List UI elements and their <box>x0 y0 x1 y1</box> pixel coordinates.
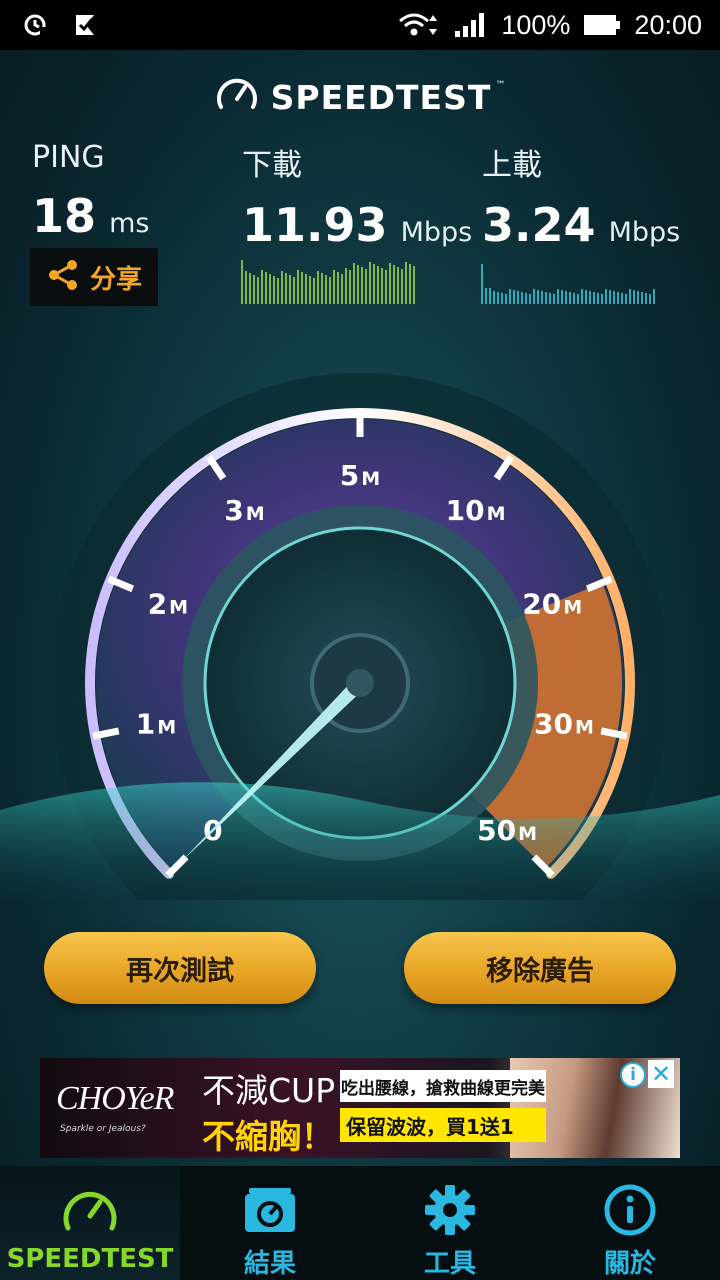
ping-value: 18 <box>32 189 97 243</box>
ad-banner[interactable]: CHOYeR Sparkle or Jealous? 不減CUP 不縮胸！ 吃出… <box>40 1058 680 1158</box>
wifi-icon <box>397 11 441 39</box>
share-label: 分享 <box>89 264 142 295</box>
ad-subheadline: 不縮胸！ <box>202 1117 334 1156</box>
signal-icon <box>453 11 489 39</box>
nav-results[interactable]: 結果 <box>180 1166 360 1280</box>
upload-value: 3.24 <box>482 198 596 252</box>
battery-icon <box>582 11 622 39</box>
bottom-nav: SPEEDTEST 結果 工具 關於 <box>0 1166 720 1280</box>
nav-tools-label: 工具 <box>423 1249 476 1279</box>
gear-icon <box>423 1182 477 1237</box>
info-icon <box>603 1182 657 1237</box>
download-metric: 下載 11.93 Mbps <box>242 140 472 252</box>
clock: 20:00 <box>634 9 702 40</box>
speedometer-icon <box>60 1182 120 1238</box>
share-button[interactable]: 分享 <box>30 248 158 306</box>
upload-sparkline <box>481 264 655 304</box>
upload-label: 上載 <box>482 148 542 183</box>
ad-brand-sub: Sparkle or Jealous? <box>60 1124 146 1134</box>
results-icon <box>241 1182 299 1237</box>
gauge-needle-cap <box>346 669 374 697</box>
retest-button[interactable]: 再次測試 <box>44 932 316 1004</box>
download-unit: Mbps <box>400 217 473 248</box>
ad-headline: 不減CUP <box>202 1071 336 1110</box>
nav-about[interactable]: 關於 <box>540 1166 720 1280</box>
ad-tagline: 吃出腰線，搶救曲線更完美 <box>340 1070 546 1102</box>
nav-tools[interactable]: 工具 <box>360 1166 540 1280</box>
app-title: SPEEDTEST <box>270 77 492 117</box>
status-bar: 100% 20:00 <box>0 0 720 50</box>
ping-metric: PING 18 ms <box>32 140 149 243</box>
nav-results-label: 結果 <box>243 1249 296 1279</box>
remove-ads-button[interactable]: 移除廣告 <box>404 932 676 1004</box>
speed-gauge: 01M2M3M5M10M20M30M50M <box>0 373 720 900</box>
nav-about-label: 關於 <box>603 1249 656 1279</box>
trademark: ™ <box>495 80 506 91</box>
ad-info-icon[interactable]: i <box>620 1062 646 1088</box>
ad-close-icon[interactable]: ✕ <box>648 1060 674 1088</box>
upload-metric: 上載 3.24 Mbps <box>482 140 680 252</box>
upload-unit: Mbps <box>608 217 681 248</box>
ping-unit: ms <box>109 208 150 239</box>
ad-brand: CHOYeR <box>56 1080 174 1117</box>
download-value: 11.93 <box>242 198 388 252</box>
download-label: 下載 <box>242 148 302 183</box>
nav-speedtest-label: SPEEDTEST <box>6 1244 174 1274</box>
battery-percent: 100% <box>501 9 571 40</box>
app-header: SPEEDTEST ™ <box>0 74 720 120</box>
ad-offer: 保留波波，買1送1 <box>340 1108 546 1142</box>
speedtest-logo-icon <box>215 75 259 119</box>
sync-icon <box>22 11 50 39</box>
gauge-tick <box>600 727 628 740</box>
gauge-tick <box>92 727 120 740</box>
ping-label: PING <box>32 140 105 175</box>
checklist-icon <box>72 11 100 39</box>
nav-speedtest[interactable]: SPEEDTEST <box>0 1166 180 1280</box>
download-sparkline <box>241 260 415 304</box>
share-icon <box>46 258 80 296</box>
